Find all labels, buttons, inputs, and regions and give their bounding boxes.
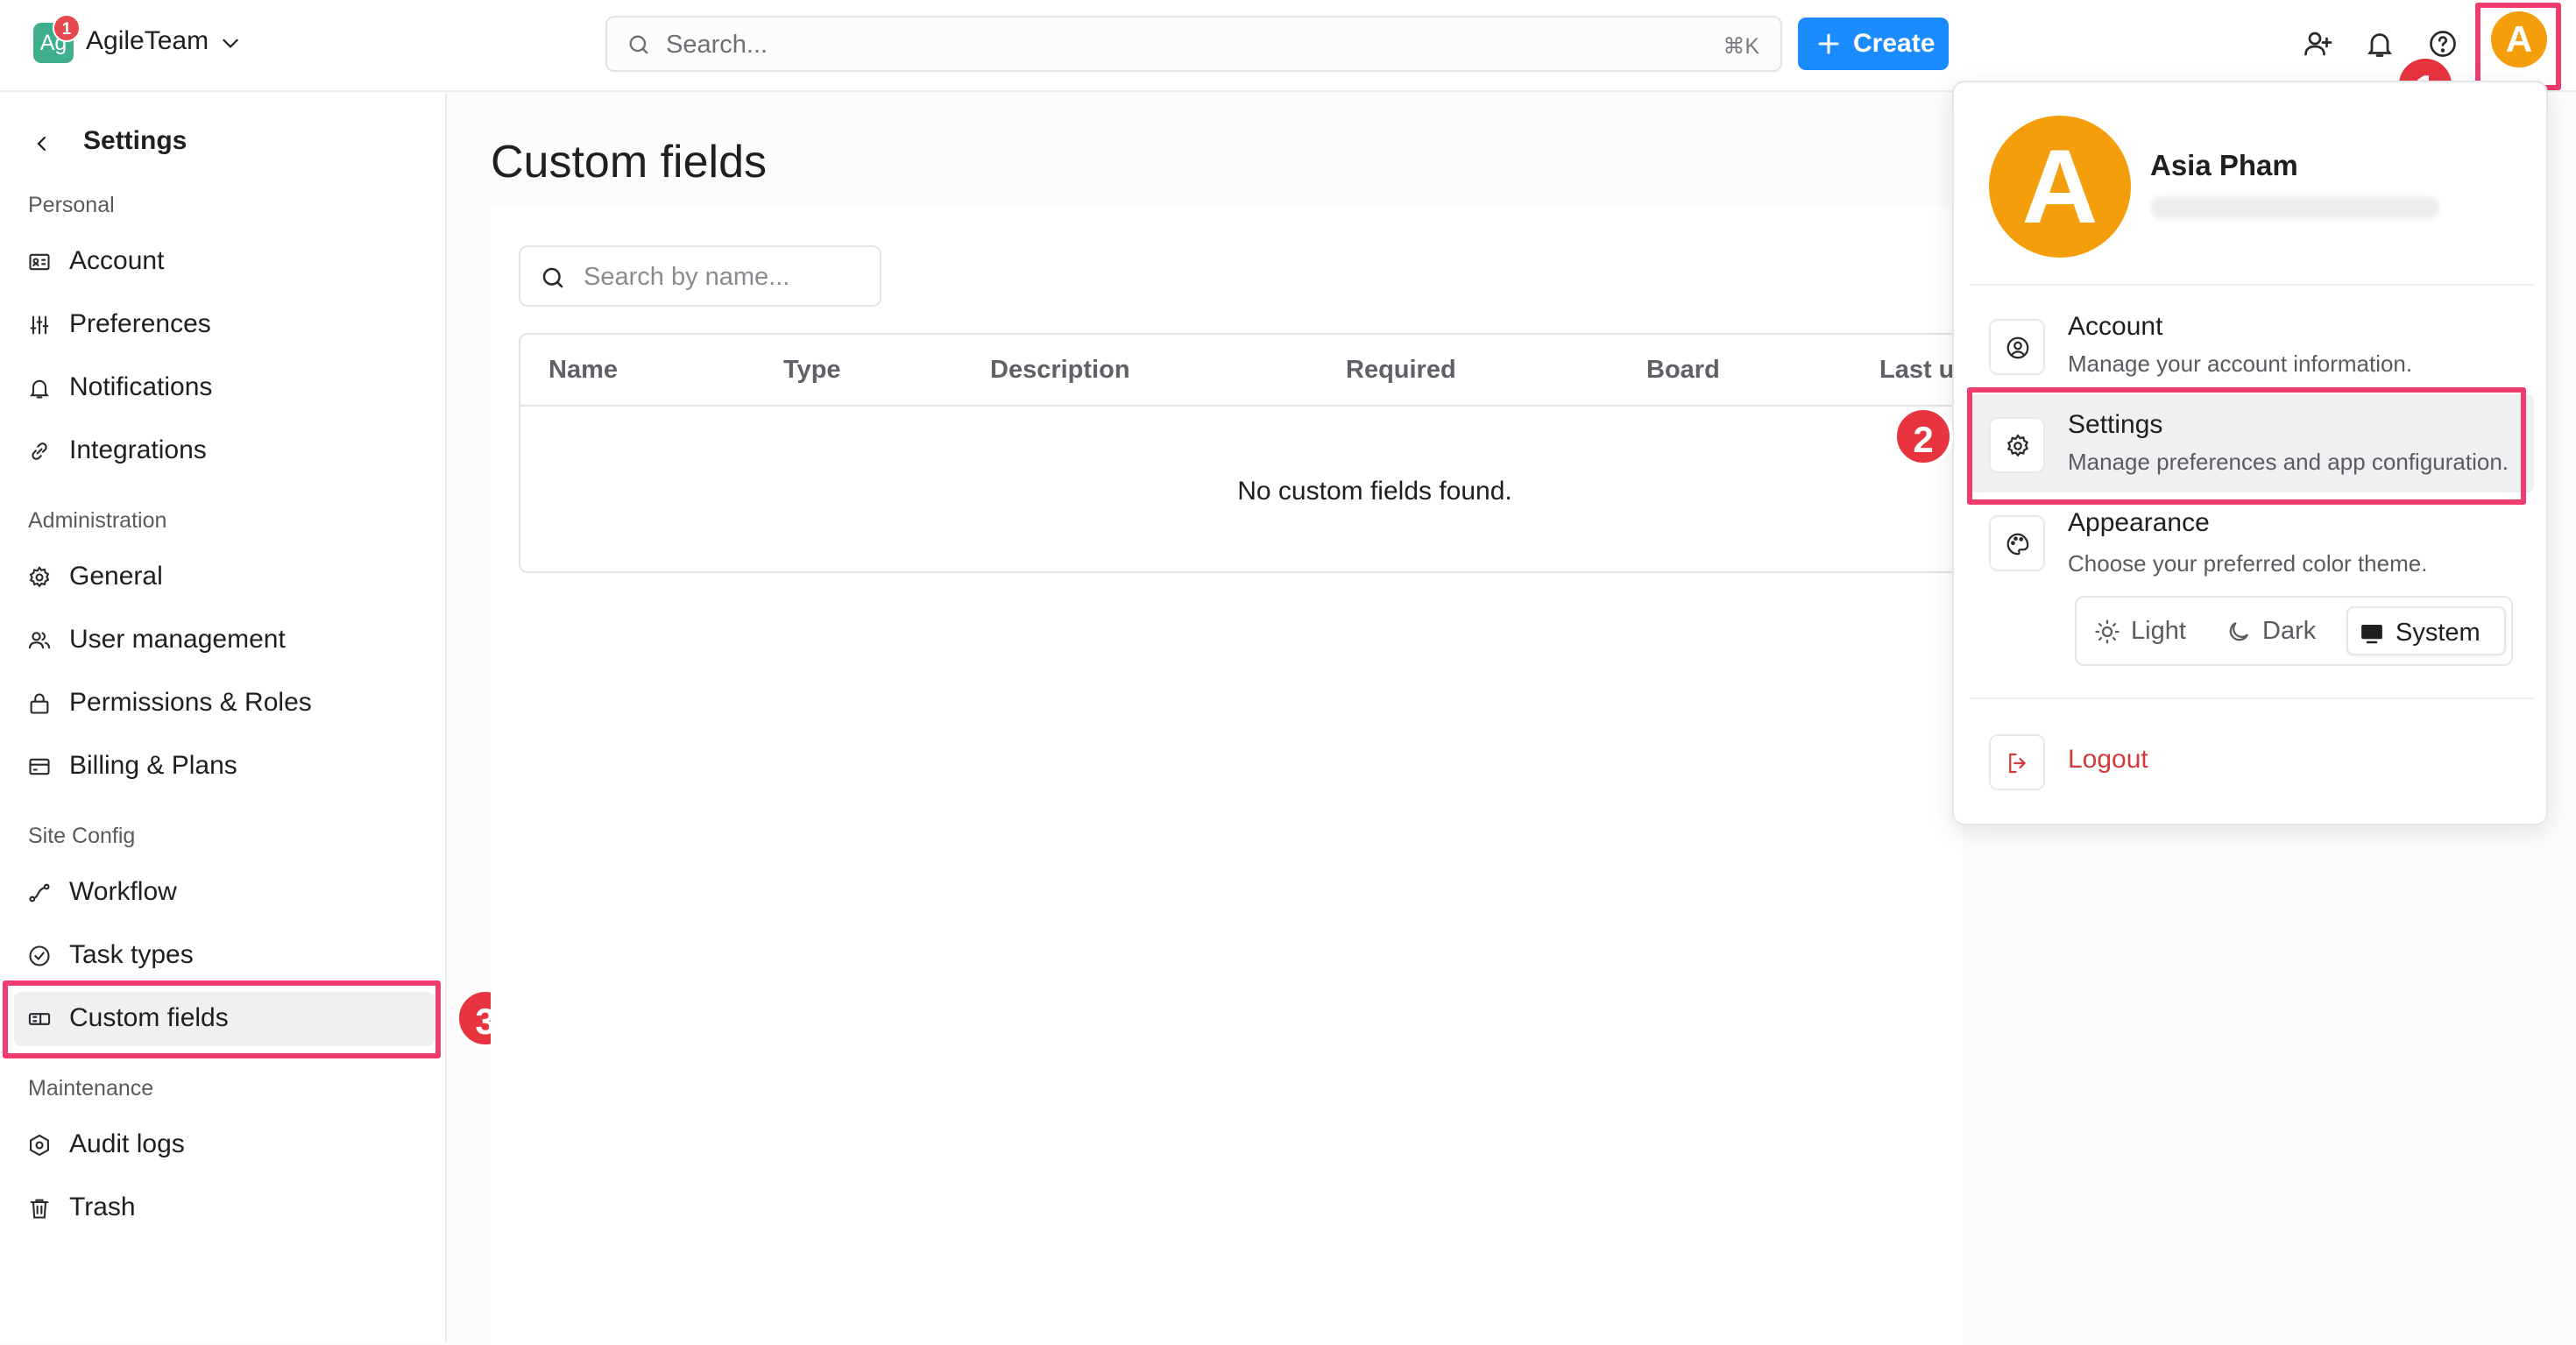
page-title: Custom fields (491, 137, 767, 188)
menu-item-description: Choose your preferred color theme. (2068, 550, 2428, 577)
sliders-icon (27, 313, 52, 337)
table-header: Name Type Description Required Board Las… (520, 335, 1971, 407)
menu-item-title: Account (2068, 312, 2163, 341)
sidebar-item-label: Account (69, 246, 165, 275)
top-bar: Ag 1 AgileTeam Search... ⌘K Create A (0, 0, 2576, 92)
search-placeholder: Search... (666, 31, 768, 59)
credit-card-icon (27, 754, 52, 779)
sidebar-item-label: Preferences (69, 309, 211, 338)
column-header-last-updated[interactable]: Last u (1879, 356, 1954, 385)
user-circle-icon (1989, 319, 2045, 375)
sidebar-item-label: Audit logs (69, 1129, 185, 1158)
theme-option-system[interactable]: System (2346, 606, 2506, 655)
sidebar-item-label: Notifications (69, 372, 213, 401)
field-search-input[interactable]: Search by name... (519, 245, 881, 307)
theme-option-light[interactable]: Light (2084, 606, 2206, 655)
create-button[interactable]: Create (1798, 18, 1949, 70)
sidebar-item-label: Task types (69, 940, 194, 969)
highlight-box-settings (1967, 387, 2526, 505)
divider (1970, 697, 2534, 699)
custom-fields-table: Name Type Description Required Board Las… (519, 333, 1973, 573)
trash-icon (27, 1196, 52, 1221)
search-icon (626, 32, 651, 57)
column-header-description[interactable]: Description (990, 356, 1130, 385)
section-label-administration: Administration (28, 508, 167, 533)
highlight-box-custom-fields (3, 980, 441, 1058)
sidebar-item-label: User management (69, 625, 286, 654)
empty-state-message: No custom fields found. (1237, 477, 1512, 506)
notification-count-badge: 1 (53, 14, 81, 42)
sidebar-item-permissions-roles[interactable]: Permissions & Roles (14, 676, 435, 731)
search-icon (540, 265, 566, 291)
sidebar-item-label: Permissions & Roles (69, 688, 312, 717)
menu-item-description: Manage your account information. (2068, 350, 2413, 377)
menu-item-title: Appearance (2068, 508, 2210, 537)
theme-option-label: Light (2131, 617, 2186, 645)
user-avatar: A (1989, 116, 2131, 258)
sidebar-item-general[interactable]: General (14, 550, 435, 605)
user-name: Asia Pham (2150, 149, 2298, 181)
logout-icon (1989, 734, 2045, 790)
chevron-down-icon[interactable] (219, 32, 242, 54)
link-icon (27, 439, 52, 464)
section-label-maintenance: Maintenance (28, 1076, 154, 1101)
section-label-site-config: Site Config (28, 824, 136, 848)
sidebar-item-notifications[interactable]: Notifications (14, 361, 435, 415)
sidebar-item-label: Integrations (69, 435, 207, 464)
theme-option-label: System (2396, 619, 2480, 647)
column-header-required[interactable]: Required (1346, 356, 1456, 385)
step-badge-2: 2 (1893, 407, 1953, 466)
sidebar-item-integrations[interactable]: Integrations (14, 424, 435, 478)
sidebar-title: Settings (83, 126, 188, 155)
theme-selector: Light Dark System (2075, 596, 2513, 666)
sidebar-item-label: Billing & Plans (69, 751, 237, 780)
sidebar-item-preferences[interactable]: Preferences (14, 298, 435, 352)
section-label-personal: Personal (28, 193, 115, 217)
column-header-name[interactable]: Name (548, 356, 618, 385)
divider (1970, 284, 2534, 286)
user-email-redacted (2150, 196, 2439, 219)
create-button-label: Create (1853, 29, 1936, 58)
logout-label: Logout (2068, 745, 2148, 774)
sidebar-item-task-types[interactable]: Task types (14, 929, 435, 983)
sidebar-item-label: General (69, 562, 163, 591)
hexagon-icon (27, 1133, 52, 1157)
sidebar-item-user-management[interactable]: User management (14, 613, 435, 668)
global-search-input[interactable]: Search... ⌘K (605, 16, 1782, 72)
bell-icon (27, 376, 52, 400)
column-header-board[interactable]: Board (1646, 356, 1720, 385)
sidebar-item-billing-plans[interactable]: Billing & Plans (14, 740, 435, 794)
sidebar-item-workflow[interactable]: Workflow (14, 866, 435, 920)
palette-icon (1989, 515, 2045, 571)
search-shortcut-hint: ⌘K (1723, 34, 1759, 59)
settings-sidebar: Settings Personal Account Preferences No… (0, 93, 447, 1343)
field-search-placeholder: Search by name... (584, 263, 790, 291)
lock-icon (27, 691, 52, 716)
sidebar-item-label: Trash (69, 1193, 136, 1221)
id-card-icon (27, 250, 52, 274)
gear-icon (27, 565, 52, 590)
users-icon (27, 628, 52, 653)
workspace-name[interactable]: AgileTeam (86, 26, 209, 56)
theme-option-label: Dark (2262, 617, 2317, 645)
sidebar-item-label: Workflow (69, 877, 177, 906)
bell-icon[interactable] (2364, 28, 2396, 60)
check-circle-icon (27, 944, 52, 968)
sidebar-item-audit-logs[interactable]: Audit logs (14, 1118, 435, 1172)
back-arrow-icon[interactable] (32, 133, 53, 154)
menu-item-account[interactable]: Account Manage your account information. (1970, 296, 2534, 394)
highlight-box-avatar (2475, 3, 2561, 90)
plus-icon (1815, 31, 1842, 57)
help-icon[interactable] (2427, 28, 2459, 60)
column-header-type[interactable]: Type (783, 356, 841, 385)
sidebar-item-trash[interactable]: Trash (14, 1181, 435, 1235)
workflow-icon (27, 881, 52, 905)
theme-option-dark[interactable]: Dark (2215, 606, 2331, 655)
sidebar-item-account[interactable]: Account (14, 235, 435, 289)
invite-user-icon[interactable] (2302, 28, 2333, 60)
menu-item-logout[interactable]: Logout (1970, 711, 2534, 810)
